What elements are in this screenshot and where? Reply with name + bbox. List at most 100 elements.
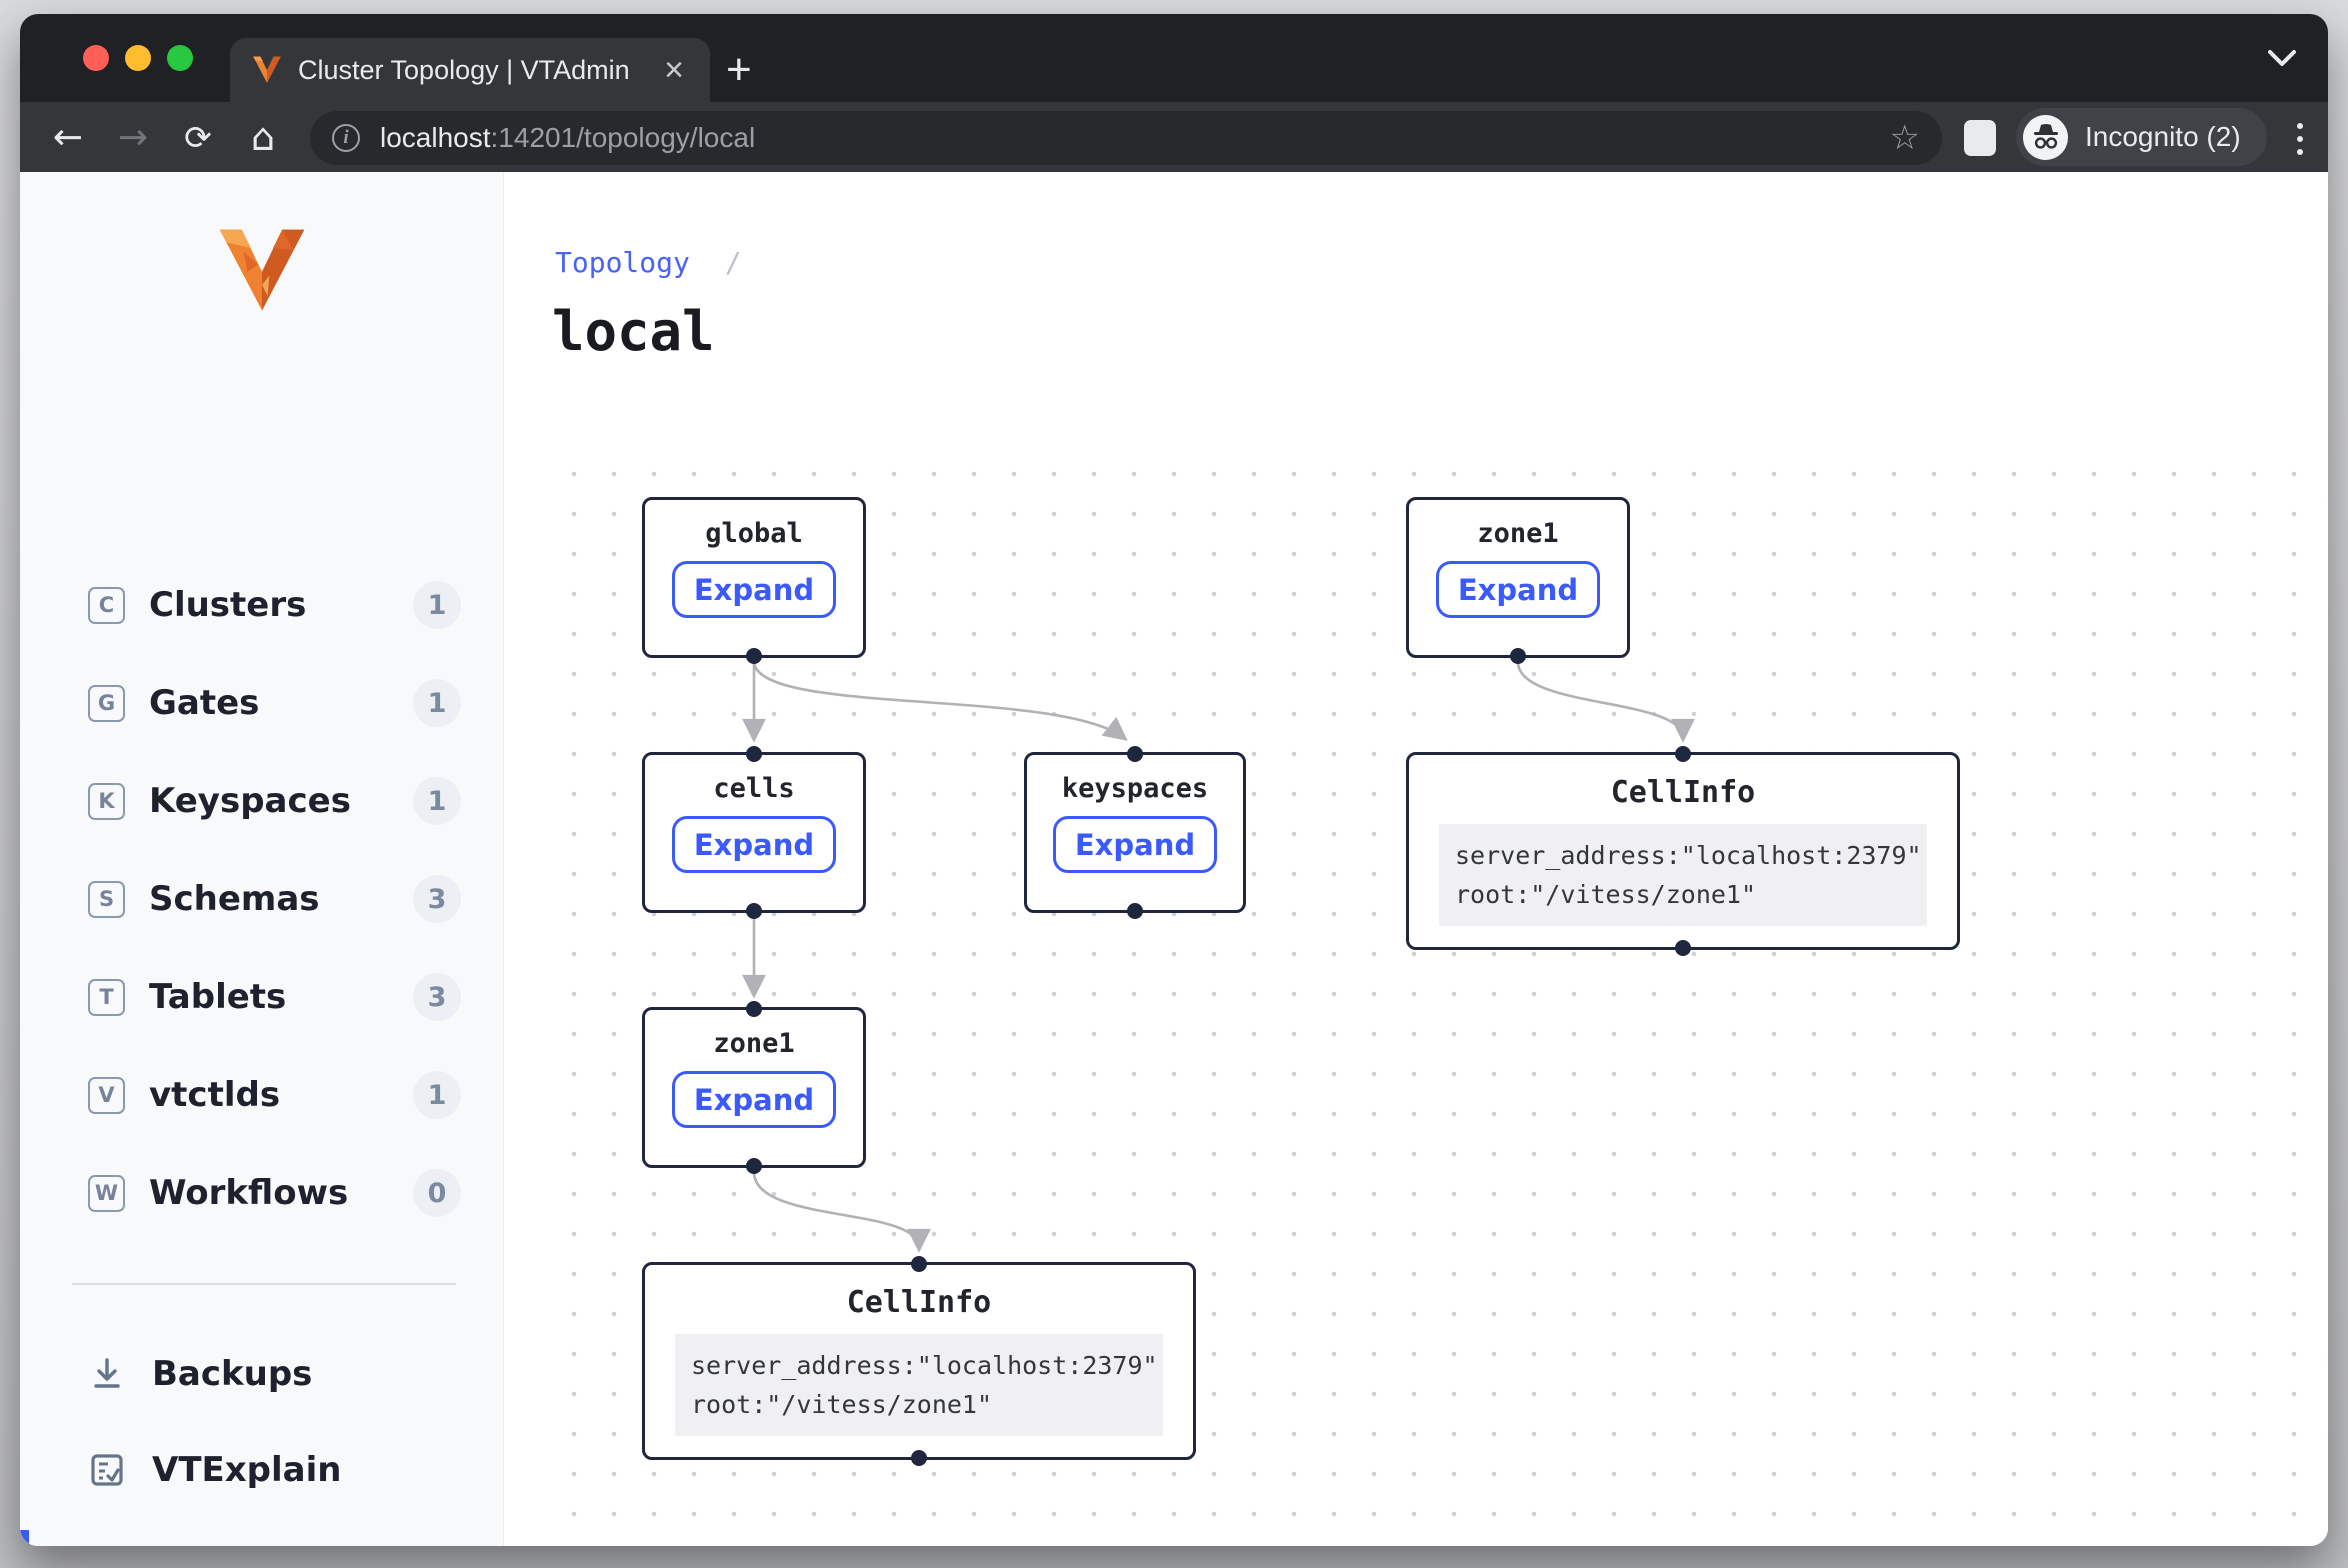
- sidebar-item-gates[interactable]: G Gates 1: [20, 667, 503, 739]
- chevron-down-icon[interactable]: [2266, 44, 2298, 72]
- node-title: cells: [645, 773, 863, 804]
- browser-tab[interactable]: Cluster Topology | VTAdmin ×: [230, 38, 710, 102]
- node-cells[interactable]: cells Expand: [642, 752, 866, 913]
- port-bottom: [911, 1450, 927, 1466]
- sidebar-item-clusters[interactable]: C Clusters 1: [20, 569, 503, 641]
- screenshot-root: Cluster Topology | VTAdmin × + ← → ⟳ ⌂ i…: [0, 0, 2348, 1568]
- sidebar-item-label: Clusters: [149, 585, 413, 625]
- expand-button[interactable]: Expand: [672, 816, 836, 873]
- close-window-button[interactable]: [83, 45, 109, 71]
- count-badge: 3: [413, 973, 461, 1021]
- node-title: CellInfo: [645, 1285, 1193, 1320]
- schemas-icon: S: [88, 881, 125, 918]
- sidebar-divider: [72, 1283, 456, 1285]
- node-zone1-bottom[interactable]: zone1 Expand: [642, 1007, 866, 1168]
- incognito-badge[interactable]: Incognito (2): [2016, 108, 2267, 166]
- active-item-indicator: [20, 1530, 29, 1546]
- gates-icon: G: [88, 685, 125, 722]
- sidebar-item-workflows[interactable]: W Workflows 0: [20, 1157, 503, 1229]
- node-title: global: [645, 518, 863, 549]
- expand-button[interactable]: Expand: [1436, 561, 1600, 618]
- node-cellinfo-bottom[interactable]: CellInfo server_address:"localhost:2379"…: [642, 1262, 1196, 1460]
- edge-zone1-cellinfo-bottom: [754, 1172, 919, 1248]
- port-bottom: [746, 1158, 762, 1174]
- expand-button[interactable]: Expand: [672, 561, 836, 618]
- back-button[interactable]: ←: [42, 102, 94, 172]
- port-bottom: [1127, 903, 1143, 919]
- keyspaces-icon: K: [88, 783, 125, 820]
- count-badge: 0: [413, 1169, 461, 1217]
- url-path: :14201/topology/local: [491, 122, 756, 153]
- incognito-icon: [2030, 121, 2062, 153]
- sidebar-item-backups[interactable]: Backups: [20, 1336, 503, 1412]
- node-title: zone1: [645, 1028, 863, 1059]
- clusters-icon: C: [88, 587, 125, 624]
- reload-button[interactable]: ⟳: [172, 102, 224, 172]
- port-bottom: [746, 648, 762, 664]
- count-badge: 1: [413, 1071, 461, 1119]
- port-bottom: [746, 903, 762, 919]
- count-badge: 1: [413, 581, 461, 629]
- sidebar-item-vtexplain[interactable]: VTExplain: [20, 1432, 503, 1508]
- sidebar-item-label: Backups: [152, 1354, 503, 1394]
- code-line: root:"/vitess/zone1": [691, 1385, 1147, 1424]
- edge-global-keyspaces: [754, 662, 1124, 738]
- site-info-icon[interactable]: i: [332, 124, 360, 152]
- sidebar-item-label: vtctlds: [149, 1075, 413, 1115]
- forward-button[interactable]: →: [107, 102, 159, 172]
- sidebar-item-schemas[interactable]: S Schemas 3: [20, 863, 503, 935]
- cellinfo-code: server_address:"localhost:2379" root:"/v…: [675, 1334, 1163, 1436]
- tab-close-icon[interactable]: ×: [660, 53, 688, 87]
- sidebar-item-keyspaces[interactable]: K Keyspaces 1: [20, 765, 503, 837]
- zoom-window-button[interactable]: [167, 45, 193, 71]
- incognito-label: Incognito (2): [2085, 121, 2241, 153]
- sidebar-item-vtctlds[interactable]: V vtctlds 1: [20, 1059, 503, 1131]
- new-tab-button[interactable]: +: [726, 52, 752, 88]
- port-top: [746, 746, 762, 762]
- port-top: [1127, 746, 1143, 762]
- port-top: [1675, 746, 1691, 762]
- incognito-avatar: [2023, 115, 2068, 160]
- browser-window: Cluster Topology | VTAdmin × + ← → ⟳ ⌂ i…: [20, 14, 2328, 1546]
- sidebar-item-label: VTExplain: [152, 1450, 503, 1490]
- port-top: [911, 1256, 927, 1272]
- node-global[interactable]: global Expand: [642, 497, 866, 658]
- url-text: localhost:14201/topology/local: [380, 122, 1878, 154]
- sidebar-item-label: Schemas: [149, 879, 413, 919]
- home-button[interactable]: ⌂: [237, 102, 289, 172]
- code-line: server_address:"localhost:2379": [1455, 836, 1911, 875]
- minimize-window-button[interactable]: [125, 45, 151, 71]
- count-badge: 1: [413, 777, 461, 825]
- bookmark-star-icon[interactable]: ☆: [1890, 118, 1920, 158]
- sidebar-item-label: Workflows: [149, 1173, 413, 1213]
- browser-menu-icon[interactable]: [2280, 116, 2320, 162]
- expand-button[interactable]: Expand: [672, 1071, 836, 1128]
- port-bottom: [1675, 940, 1691, 956]
- cellinfo-code: server_address:"localhost:2379" root:"/v…: [1439, 824, 1927, 926]
- vitess-logo[interactable]: [216, 228, 308, 314]
- port-top: [746, 1001, 762, 1017]
- node-zone1-top[interactable]: zone1 Expand: [1406, 497, 1630, 658]
- count-badge: 1: [413, 679, 461, 727]
- sidebar-item-tablets[interactable]: T Tablets 3: [20, 961, 503, 1033]
- port-bottom: [1510, 648, 1526, 664]
- node-keyspaces[interactable]: keyspaces Expand: [1024, 752, 1246, 913]
- node-title: CellInfo: [1409, 775, 1957, 810]
- code-line: root:"/vitess/zone1": [1455, 875, 1911, 914]
- tab-strip: Cluster Topology | VTAdmin × +: [20, 14, 2328, 102]
- tablets-icon: T: [88, 979, 125, 1016]
- side-panel-icon[interactable]: [1964, 120, 1996, 156]
- node-title: zone1: [1409, 518, 1627, 549]
- expand-button[interactable]: Expand: [1053, 816, 1217, 873]
- url-bar[interactable]: i localhost:14201/topology/local ☆: [310, 111, 1942, 165]
- node-cellinfo-right[interactable]: CellInfo server_address:"localhost:2379"…: [1406, 752, 1960, 950]
- vtctlds-icon: V: [88, 1077, 125, 1114]
- sidebar-item-topology[interactable]: Topology: [20, 1528, 503, 1546]
- sidebar-item-label: Keyspaces: [149, 781, 413, 821]
- app-content: C Clusters 1 G Gates 1 K Keyspaces 1 S S…: [20, 172, 2328, 1546]
- topology-main: Topology / local: [504, 172, 2328, 1546]
- edge-zone1-cellinfo: [1518, 662, 1683, 738]
- url-host: localhost: [380, 122, 491, 153]
- node-title: keyspaces: [1027, 773, 1243, 804]
- checklist-icon: [88, 1451, 126, 1489]
